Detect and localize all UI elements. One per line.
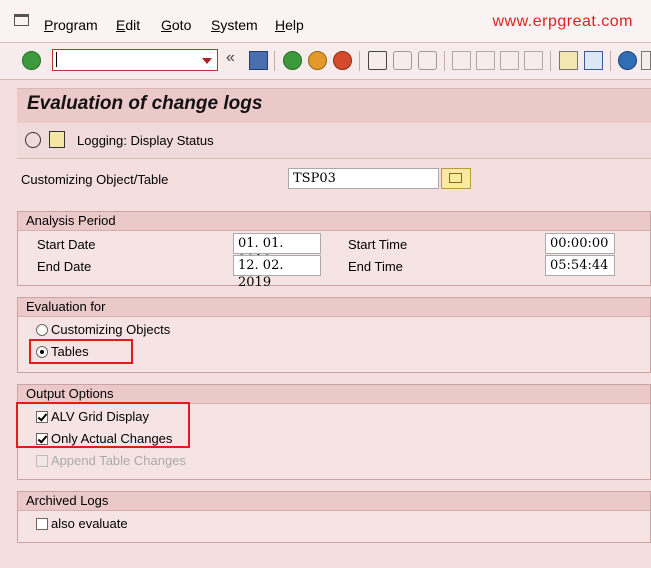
archived-logs-title: Archived Logs [26,493,109,508]
standard-toolbar: « [0,43,651,80]
exit-icon[interactable] [308,51,327,70]
append-table-label: Append Table Changes [51,453,186,468]
page-title: Evaluation of change logs [27,93,263,114]
end-time-label: End Time [348,259,403,274]
find-next-icon[interactable] [418,51,437,70]
start-time-label: Start Time [348,237,408,252]
end-date-input[interactable]: 12. 02. 2019 [233,255,321,290]
append-table-checkbox [36,455,48,467]
create-session-icon[interactable] [559,51,578,70]
cancel-icon[interactable] [333,51,352,70]
customize-layout-icon[interactable] [641,51,651,70]
customizing-objects-label: Customizing Objects [51,322,171,337]
watermark: www.erpgreat.com [492,13,633,30]
shortcut-icon[interactable] [584,51,603,70]
menu-help[interactable]: Help [275,17,304,33]
analysis-period-group: Analysis Period Start Date 01. 01. 2019 … [17,211,651,290]
menu-edit[interactable]: Edit [116,17,140,33]
menu-bar: Program Edit Goto System Help www.erpgre… [0,0,651,43]
back-icon[interactable] [283,51,302,70]
customizing-object-label: Customizing Object/Table [21,172,169,187]
analysis-period-title: Analysis Period [26,213,116,228]
menu-program[interactable]: Program [44,17,98,33]
find-icon[interactable] [393,51,412,70]
logging-display-status-button[interactable]: Logging: Display Status [77,133,214,148]
output-options-highlight [16,402,190,448]
start-date-label: Start Date [37,237,96,252]
execute-icon[interactable] [25,132,41,148]
tables-highlight [29,339,133,364]
enter-icon[interactable] [22,51,41,70]
last-page-icon[interactable] [524,51,543,70]
print-icon[interactable] [368,51,387,70]
application-toolbar: Logging: Display Status [17,123,651,159]
start-date-input[interactable]: 01. 01. 2019 [233,233,321,268]
next-page-icon[interactable] [500,51,519,70]
logging-display-icon[interactable] [49,131,65,148]
value-help-button[interactable] [441,168,471,189]
folder-arrow-icon [449,173,462,183]
menu-system[interactable]: System [211,17,258,33]
end-time-input[interactable]: 05:54:44 [545,255,615,276]
customizing-object-input[interactable]: TSP03 [288,168,439,189]
chevron-down-icon[interactable] [202,58,212,64]
save-icon[interactable] [249,51,268,70]
collapse-icon[interactable]: « [226,49,235,67]
help-icon[interactable] [618,51,637,70]
archived-logs-group: Archived Logs also evaluate [17,491,651,543]
also-evaluate-checkbox[interactable] [36,518,48,530]
output-options-title: Output Options [26,386,114,401]
menu-window-icon[interactable] [14,14,29,26]
evaluation-for-title: Evaluation for [26,299,106,314]
command-field[interactable] [52,49,218,71]
start-time-input[interactable]: 00:00:00 [545,233,615,254]
also-evaluate-label: also evaluate [51,516,128,531]
previous-page-icon[interactable] [476,51,495,70]
end-date-label: End Date [37,259,92,274]
title-bar: Evaluation of change logs [17,88,651,124]
menu-goto[interactable]: Goto [161,17,191,33]
radio-customizing-objects[interactable] [36,324,48,336]
first-page-icon[interactable] [452,51,471,70]
